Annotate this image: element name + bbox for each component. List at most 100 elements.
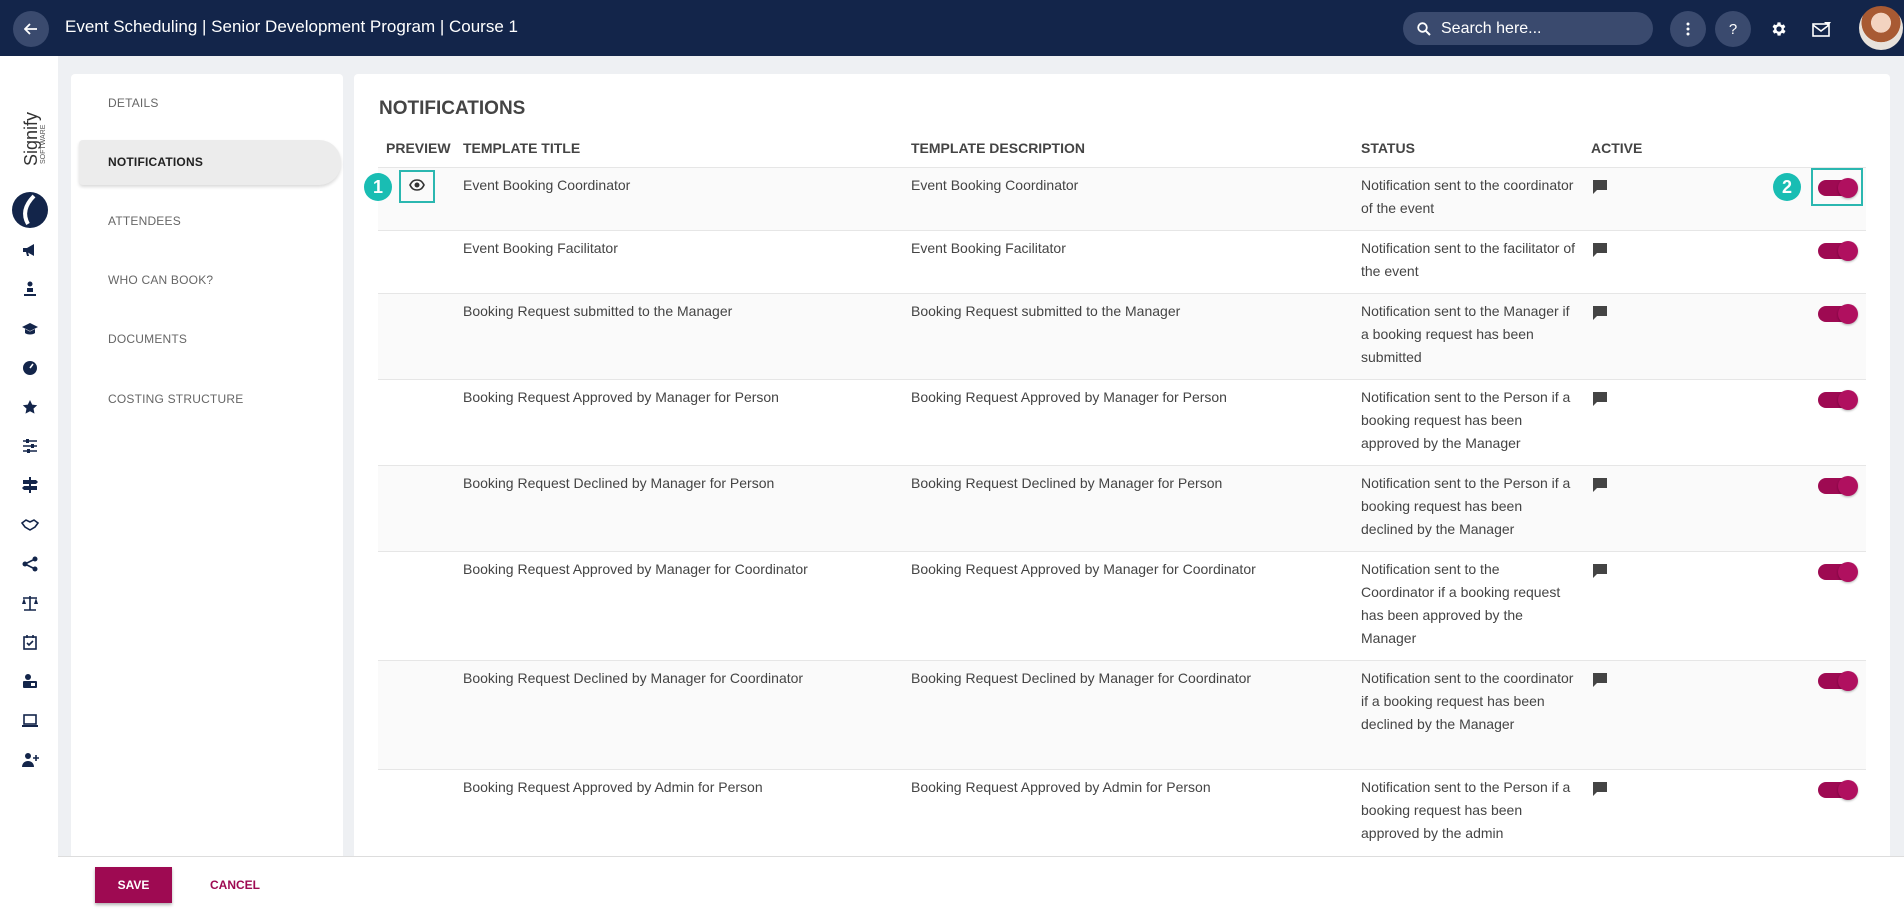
- table-row: Booking Request Approved by Admin for Pe…: [378, 769, 1866, 860]
- template-status: Notification sent to the coordinator if …: [1361, 670, 1574, 732]
- svg-text:SOFTWARE: SOFTWARE: [40, 124, 47, 164]
- signify-logo: Signify SOFTWARE: [10, 86, 50, 256]
- active-toggle[interactable]: [1818, 390, 1858, 410]
- column-header-preview: PREVIEW: [386, 140, 451, 156]
- panel-title: NOTIFICATIONS: [379, 98, 526, 119]
- active-toggle[interactable]: [1818, 780, 1858, 800]
- add-user-icon[interactable]: [19, 749, 41, 771]
- search-input[interactable]: [1441, 19, 1641, 38]
- top-bar: Event Scheduling | Senior Development Pr…: [0, 0, 1904, 56]
- share-nodes-icon[interactable]: [19, 553, 41, 575]
- gear-icon: [1772, 22, 1786, 36]
- template-description: Event Booking Coordinator: [911, 177, 1079, 193]
- template-title: Booking Request Declined by Manager for …: [463, 475, 775, 491]
- eye-icon[interactable]: [409, 178, 425, 196]
- scales-icon[interactable]: [19, 592, 41, 614]
- more-vertical-icon: [1686, 22, 1690, 36]
- table-row: Booking Request Approved by Manager for …: [378, 551, 1866, 660]
- template-title: Booking Request submitted to the Manager: [463, 303, 733, 319]
- comment-icon[interactable]: [1592, 305, 1608, 321]
- calendar-check-icon[interactable]: [19, 631, 41, 653]
- section-nav-documents[interactable]: DOCUMENTS: [108, 332, 187, 346]
- help-button[interactable]: ?: [1715, 11, 1751, 47]
- sliders-icon[interactable]: [19, 435, 41, 457]
- template-description: Booking Request Approved by Manager for …: [911, 561, 1256, 577]
- dashboard-gauge-icon[interactable]: [19, 357, 41, 379]
- template-description: Booking Request submitted to the Manager: [911, 303, 1181, 319]
- active-toggle[interactable]: [1818, 562, 1858, 582]
- laptop-icon[interactable]: [19, 710, 41, 732]
- section-nav-attendees[interactable]: ATTENDEES: [108, 214, 181, 228]
- star-icon[interactable]: [19, 396, 41, 418]
- template-title: Booking Request Approved by Admin for Pe…: [463, 779, 763, 795]
- comment-icon[interactable]: [1592, 242, 1608, 258]
- active-toggle[interactable]: [1818, 476, 1858, 496]
- section-nav: DETAILS NOTIFICATIONS ATTENDEES WHO CAN …: [71, 74, 343, 860]
- template-description: Booking Request Declined by Manager for …: [911, 670, 1252, 686]
- back-button[interactable]: [13, 11, 49, 47]
- template-status: Notification sent to the Person if a boo…: [1361, 389, 1571, 451]
- template-description: Booking Request Approved by Admin for Pe…: [911, 779, 1211, 795]
- more-menu-button[interactable]: [1670, 11, 1706, 47]
- column-header-active: ACTIVE: [1591, 140, 1643, 156]
- page-title: Event Scheduling | Senior Development Pr…: [65, 17, 518, 36]
- template-status: Notification sent to the Person if a boo…: [1361, 475, 1571, 537]
- column-header-template-description: TEMPLATE DESCRIPTION: [911, 140, 1085, 156]
- svg-text:Signify: Signify: [21, 112, 41, 166]
- graduation-cap-icon[interactable]: [19, 318, 41, 340]
- template-status: Notification sent to the coordinator of …: [1361, 177, 1574, 216]
- column-header-template-title: TEMPLATE TITLE: [463, 140, 581, 156]
- comment-icon[interactable]: [1592, 563, 1608, 579]
- arrow-left-icon: [24, 23, 37, 35]
- footer-bar: SAVE CANCEL: [58, 856, 1904, 910]
- template-title: Event Booking Facilitator: [463, 240, 618, 256]
- table-row: Booking Request Declined by Manager for …: [378, 465, 1866, 551]
- template-title: Booking Request Approved by Manager for …: [463, 389, 779, 405]
- table-row: Booking Request submitted to the Manager…: [378, 293, 1866, 379]
- comment-icon[interactable]: [1592, 179, 1608, 195]
- user-briefcase-icon[interactable]: [19, 670, 41, 692]
- search-icon: [1417, 21, 1431, 36]
- template-description: Event Booking Facilitator: [911, 240, 1066, 256]
- table-row: Booking Request Declined by Manager for …: [378, 660, 1866, 769]
- template-title: Booking Request Approved by Manager for …: [463, 561, 808, 577]
- person-podium-icon[interactable]: [19, 278, 41, 300]
- template-title: Booking Request Declined by Manager for …: [463, 670, 804, 686]
- section-nav-notifications[interactable]: NOTIFICATIONS: [108, 155, 203, 169]
- template-status: Notification sent to the Coordinator if …: [1361, 561, 1561, 646]
- active-toggle[interactable]: [1818, 671, 1858, 691]
- section-nav-details[interactable]: DETAILS: [108, 96, 159, 110]
- user-avatar[interactable]: [1859, 6, 1903, 50]
- mail-icon: [1812, 22, 1831, 37]
- template-status: Notification sent to the Manager if a bo…: [1361, 303, 1570, 365]
- active-toggle[interactable]: [1818, 241, 1858, 261]
- column-header-status: STATUS: [1361, 140, 1415, 156]
- template-title: Event Booking Coordinator: [463, 177, 631, 193]
- active-toggle[interactable]: [1818, 178, 1858, 198]
- megaphone-icon[interactable]: [19, 239, 41, 261]
- template-status: Notification sent to the facilitator of …: [1361, 240, 1575, 279]
- callout-badge-2: 2: [1773, 173, 1801, 201]
- table-row: Event Booking Facilitator Event Booking …: [378, 230, 1866, 293]
- search-box[interactable]: [1403, 12, 1653, 45]
- comment-icon[interactable]: [1592, 391, 1608, 407]
- callout-badge-1: 1: [364, 173, 392, 201]
- handshake-icon[interactable]: [19, 514, 41, 536]
- comment-icon[interactable]: [1592, 477, 1608, 493]
- table-row: Booking Request Approved by Manager for …: [378, 379, 1866, 465]
- messages-button[interactable]: [1808, 15, 1836, 43]
- active-toggle[interactable]: [1818, 304, 1858, 324]
- template-description: Booking Request Declined by Manager for …: [911, 475, 1223, 491]
- section-nav-costing-structure[interactable]: COSTING STRUCTURE: [108, 392, 243, 406]
- cancel-button[interactable]: CANCEL: [198, 867, 272, 903]
- comment-icon[interactable]: [1592, 672, 1608, 688]
- comment-icon[interactable]: [1592, 781, 1608, 797]
- settings-button[interactable]: [1765, 15, 1793, 43]
- table-row: Event Booking Coordinator Event Booking …: [378, 167, 1866, 230]
- template-description: Booking Request Approved by Manager for …: [911, 389, 1227, 405]
- save-button[interactable]: SAVE: [95, 867, 172, 903]
- question-icon: ?: [1728, 20, 1738, 38]
- notifications-panel: NOTIFICATIONS PREVIEW TEMPLATE TITLE TEM…: [354, 74, 1890, 860]
- signpost-icon[interactable]: [19, 474, 41, 496]
- section-nav-who-can-book[interactable]: WHO CAN BOOK?: [108, 273, 213, 287]
